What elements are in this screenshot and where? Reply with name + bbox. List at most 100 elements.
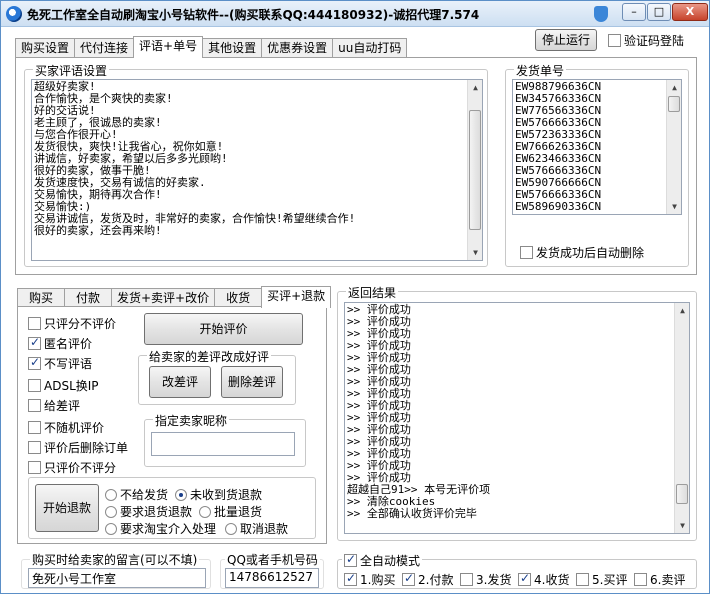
auto-step-box[interactable] xyxy=(634,573,647,586)
title-bar[interactable]: 免死工作室全自动刷淘宝小号钻软件--(购买联系QQ:444180932)-诚招代… xyxy=(1,1,709,27)
refund-option-radio[interactable]: 要求退货退款 xyxy=(105,503,192,520)
review-option-checkbox[interactable]: 匿名评价 xyxy=(28,335,92,352)
review-option-label: ADSL换IP xyxy=(44,379,99,393)
tab-coupon-settings[interactable]: 优惠券设置 xyxy=(261,38,334,58)
refund-option-radio[interactable]: 要求淘宝介入处理 xyxy=(105,520,216,537)
review-option-label: 只评分不评价 xyxy=(44,317,117,331)
comments-lines: 超级好卖家! 合作愉快，是个爽快的卖家! 好的交话说! 老主顾了，很诚恳的卖家! 与您合… xyxy=(34,81,480,237)
modify-bad-review-button[interactable]: 改差评 xyxy=(149,366,211,398)
auto-step-box[interactable] xyxy=(344,571,357,586)
scroll-up-icon[interactable]: ▲ xyxy=(468,80,482,95)
results-textarea[interactable]: >> 评价成功 >> 评价成功 >> 评价成功 >> 评价成功 >> 评价成功 >> 评价… xyxy=(344,302,690,534)
verify-code-login-checkbox[interactable]: 验证码登陆 xyxy=(608,32,684,49)
tab-uu-captcha[interactable]: uu自动打码 xyxy=(332,38,408,58)
scroll-thumb[interactable] xyxy=(469,110,481,230)
auto-step-box[interactable] xyxy=(576,573,589,586)
review-option-checkbox[interactable]: ADSL换IP xyxy=(28,377,99,394)
refund-option-radio[interactable]: 未收到货退款 xyxy=(175,486,262,503)
refund-option-dot[interactable] xyxy=(105,488,117,501)
auto-step-checkbox[interactable]: 1.购买 xyxy=(344,571,395,588)
review-option-box[interactable] xyxy=(28,379,41,392)
refund-option-radio[interactable]: 批量退货 xyxy=(199,503,262,520)
refund-option-dot[interactable] xyxy=(199,505,211,518)
scroll-down-icon[interactable]: ▼ xyxy=(468,245,482,260)
seller-message-input[interactable]: 免死小号工作室 xyxy=(28,568,206,588)
refund-option-dot[interactable] xyxy=(225,522,237,535)
scroll-thumb[interactable] xyxy=(676,484,688,504)
scroll-up-icon[interactable]: ▲ xyxy=(667,80,681,95)
minimize-button[interactable]: – xyxy=(622,3,646,21)
auto-delete-box[interactable] xyxy=(520,246,533,259)
auto-step-checkbox[interactable]: 3.发货 xyxy=(460,571,511,588)
shipping-numbers-textarea[interactable]: EW988796636CN EW345766336CN EW776566336CN E… xyxy=(512,79,682,215)
comments-group-label: 买家评语设置 xyxy=(33,62,110,79)
sub-tabstrip: 购买 付款 发货+卖评+改价 收货 买评+退款 xyxy=(17,286,332,308)
review-option-box[interactable] xyxy=(28,399,41,412)
auto-step-checkbox[interactable]: 5.买评 xyxy=(576,571,627,588)
refund-option-label: 未收到货退款 xyxy=(190,488,263,502)
subtab-buy[interactable]: 购买 xyxy=(17,288,65,308)
tab-purchase-settings[interactable]: 购买设置 xyxy=(15,38,76,58)
subtab-ship-review-price[interactable]: 发货+卖评+改价 xyxy=(111,288,216,308)
auto-mode-box[interactable] xyxy=(344,552,357,567)
start-refund-button[interactable]: 开始退款 xyxy=(35,484,99,532)
comment-line: 合作愉快，是个爽快的卖家! xyxy=(34,92,173,105)
auto-step-checkbox[interactable]: 4.收货 xyxy=(518,571,569,588)
results-scrollbar[interactable]: ▲ ▼ xyxy=(674,303,689,533)
auto-step-box[interactable] xyxy=(460,573,473,586)
auto-delete-checkbox[interactable]: 发货成功后自动删除 xyxy=(520,244,644,261)
scroll-down-icon[interactable]: ▼ xyxy=(675,518,689,533)
maximize-button[interactable]: □ xyxy=(647,3,671,21)
scroll-down-icon[interactable]: ▼ xyxy=(667,199,681,214)
refund-option-radio[interactable]: 不给发货 xyxy=(105,486,168,503)
contact-input[interactable]: 14786612527 xyxy=(225,568,319,588)
refund-option-dot[interactable] xyxy=(175,488,187,501)
auto-step-label: 2.付款 xyxy=(418,573,454,587)
subtab-receive[interactable]: 收货 xyxy=(214,288,263,308)
review-option-checkbox[interactable]: 给差评 xyxy=(28,397,80,414)
review-option-box[interactable] xyxy=(28,335,41,350)
auto-step-box[interactable] xyxy=(518,571,531,586)
comments-textarea[interactable]: 超级好卖家! 合作愉快，是个爽快的卖家! 好的交话说! 老主顾了，很诚恳的卖家! 与您合… xyxy=(31,79,483,261)
tab-proxy-pay-link[interactable]: 代付连接 xyxy=(74,38,135,58)
delete-bad-review-button[interactable]: 删除差评 xyxy=(221,366,283,398)
verify-code-login-box[interactable] xyxy=(608,34,621,47)
shield-icon[interactable] xyxy=(594,6,608,22)
seller-nick-group: 指定卖家昵称 xyxy=(144,412,306,467)
review-option-box[interactable] xyxy=(28,421,41,434)
review-option-checkbox[interactable]: 只评分不评价 xyxy=(28,315,116,332)
comments-scrollbar[interactable]: ▲ ▼ xyxy=(467,80,482,260)
review-option-label: 不写评语 xyxy=(44,357,93,371)
seller-nick-input[interactable] xyxy=(151,432,295,456)
refund-option-dot[interactable] xyxy=(105,505,117,518)
auto-step-checkbox[interactable]: 2.付款 xyxy=(402,571,453,588)
review-option-checkbox[interactable]: 只评价不评分 xyxy=(28,459,116,476)
close-button[interactable]: X xyxy=(672,3,708,21)
start-review-button[interactable]: 开始评价 xyxy=(144,313,303,345)
tab-other-settings[interactable]: 其他设置 xyxy=(202,38,263,58)
auto-step-box[interactable] xyxy=(402,571,415,586)
stop-running-button[interactable]: 停止运行 xyxy=(535,29,597,51)
review-option-box[interactable] xyxy=(28,355,41,370)
review-option-box[interactable] xyxy=(28,441,41,454)
tab-comments-tracking[interactable]: 评语+单号 xyxy=(133,36,204,58)
subtab-review-refund[interactable]: 买评+退款 xyxy=(261,286,332,308)
shipping-scrollbar[interactable]: ▲ ▼ xyxy=(666,80,681,214)
review-option-checkbox[interactable]: 不写评语 xyxy=(28,355,92,372)
review-option-checkbox[interactable]: 不随机评价 xyxy=(28,419,104,436)
review-option-checkbox[interactable]: 评价后删除订单 xyxy=(28,439,128,456)
main-tab-panel: 买家评语设置 超级好卖家! 合作愉快，是个爽快的卖家! 好的交话说! 老主顾了，很诚恳… xyxy=(15,57,697,275)
review-option-box[interactable] xyxy=(28,461,41,474)
subtab-pay[interactable]: 付款 xyxy=(64,288,112,308)
scroll-thumb[interactable] xyxy=(668,96,680,112)
app-logo-icon xyxy=(6,6,22,22)
refund-option-label: 不给发货 xyxy=(120,488,169,502)
review-option-box[interactable] xyxy=(28,317,41,330)
auto-mode-checkbox[interactable]: 全自动模式 xyxy=(342,552,423,569)
refund-option-radio[interactable]: 取消退款 xyxy=(225,520,288,537)
contact-label: QQ或者手机号码 xyxy=(225,551,320,568)
auto-step-checkbox[interactable]: 6.卖评 xyxy=(634,571,685,588)
app-window: 免死工作室全自动刷淘宝小号钻软件--(购买联系QQ:444180932)-诚招代… xyxy=(0,0,710,594)
refund-option-dot[interactable] xyxy=(105,522,117,535)
scroll-up-icon[interactable]: ▲ xyxy=(675,303,689,318)
